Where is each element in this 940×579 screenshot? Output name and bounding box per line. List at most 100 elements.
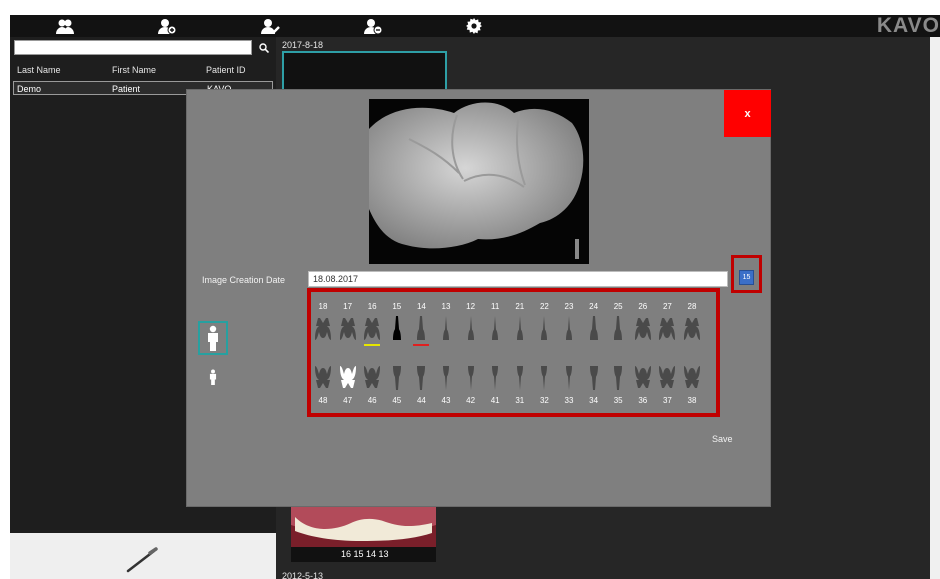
search-icon[interactable] [256,40,272,56]
tooth-17[interactable] [336,314,360,342]
child-dentition-toggle[interactable] [206,368,220,386]
tooth-number-38: 38 [687,396,697,405]
tooth-33[interactable] [557,364,581,392]
tooth-number-48: 48 [318,396,328,405]
tooth-number-34: 34 [589,396,599,405]
tooth-number-31: 31 [515,396,525,405]
tooth-number-23: 23 [564,302,574,311]
tooth-number-25: 25 [613,302,623,311]
tooth-number-18: 18 [318,302,328,311]
image-creation-date-field[interactable]: 18.08.2017 [308,271,728,287]
tooth-15[interactable] [385,314,409,342]
tooth-number-24: 24 [589,302,599,311]
tooth-12[interactable] [459,314,483,342]
tooth-37[interactable] [655,364,679,392]
tooth-marker-14 [413,344,430,346]
tooth-38[interactable] [680,364,704,392]
calendar-icon[interactable]: 15 [739,270,754,285]
tooth-21[interactable] [508,314,532,342]
tooth-47[interactable] [336,364,360,392]
tooth-31[interactable] [508,364,532,392]
tooth-27[interactable] [655,314,679,342]
edit-patient-icon[interactable] [259,17,281,35]
image-details-dialog: x Image Creation Date 18.08.2017 15 18 17… [186,89,771,507]
tooth-number-16: 16 [367,302,377,311]
tooth-number-44: 44 [416,396,426,405]
column-header-first-name[interactable]: First Name [112,65,156,75]
tooth-42[interactable] [459,364,483,392]
save-button[interactable]: Save [712,434,733,444]
tooth-number-32: 32 [539,396,549,405]
tooth-46[interactable] [360,364,384,392]
gallery-date-label: 2017-8-18 [282,40,324,50]
tooth-14[interactable] [409,314,433,342]
tooth-number-13: 13 [441,302,451,311]
tooth-number-47: 47 [343,396,353,405]
tooth-23[interactable] [557,314,581,342]
tooth-number-21: 21 [515,302,525,311]
add-patient-icon[interactable] [156,17,178,35]
cell-first-name: Patient [112,84,141,94]
toolbar: KAVO [10,15,940,37]
tooth-number-33: 33 [564,396,574,405]
tooth-11[interactable] [483,314,507,342]
tooth-16[interactable] [360,314,384,342]
child-person-icon [209,369,217,385]
tooth-24[interactable] [582,314,606,342]
tooth-chart: 18 17 16 15 14 13 12 11 21 22 23 24 25 26 27 28 48 47 46 45… [307,288,720,417]
tooth-number-26: 26 [638,302,648,311]
close-button[interactable]: x [724,90,771,137]
cell-last-name: Demo [17,84,42,94]
gallery-date-label: 2012-5-13 [282,571,324,579]
tooth-34[interactable] [582,364,606,392]
xray-thumbnail[interactable] [282,51,447,91]
tooth-number-22: 22 [539,302,549,311]
tooth-number-28: 28 [687,302,697,311]
gear-icon[interactable] [463,17,485,35]
kavo-logo: KAVO [876,15,940,37]
tooth-number-43: 43 [441,396,451,405]
tooth-13[interactable] [434,314,458,342]
column-header-patient-id[interactable]: Patient ID [206,65,246,75]
remove-patient-icon[interactable] [362,17,384,35]
tooth-41[interactable] [483,364,507,392]
photo-caption: 16 15 14 13 [341,549,389,559]
tooth-number-17: 17 [343,302,353,311]
tooth-36[interactable] [631,364,655,392]
tooth-number-27: 27 [662,302,672,311]
photo-thumbnail[interactable]: 16 15 14 13 [291,507,436,562]
tooth-43[interactable] [434,364,458,392]
tooth-35[interactable] [606,364,630,392]
tooth-48[interactable] [311,364,335,392]
tooth-number-37: 37 [662,396,672,405]
adult-dentition-toggle[interactable] [198,321,228,355]
intraoral-camera-icon [126,547,158,573]
tooth-number-35: 35 [613,396,623,405]
tooth-22[interactable] [532,314,556,342]
tooth-number-45: 45 [392,396,402,405]
image-creation-date-label: Image Creation Date [202,275,286,285]
tooth-number-11: 11 [491,302,500,311]
patients-icon[interactable] [54,17,76,35]
column-header-last-name[interactable]: Last Name [17,65,61,75]
adult-person-icon [208,325,218,351]
tooth-26[interactable] [631,314,655,342]
tooth-number-14: 14 [416,302,426,311]
tooth-number-41: 41 [490,396,500,405]
device-thumbnail[interactable] [10,533,276,579]
tooth-marker-16 [364,344,381,346]
tooth-44[interactable] [409,364,433,392]
search-input[interactable] [14,40,252,55]
tooth-32[interactable] [532,364,556,392]
tooth-18[interactable] [311,314,335,342]
tooth-28[interactable] [680,314,704,342]
tooth-number-42: 42 [466,396,476,405]
scrollbar[interactable] [930,37,940,579]
tooth-number-36: 36 [638,396,648,405]
tooth-number-12: 12 [466,302,476,311]
tooth-number-46: 46 [367,396,377,405]
calendar-highlight: 15 [731,255,762,293]
tooth-45[interactable] [385,364,409,392]
tooth-number-15: 15 [392,302,402,311]
tooth-25[interactable] [606,314,630,342]
